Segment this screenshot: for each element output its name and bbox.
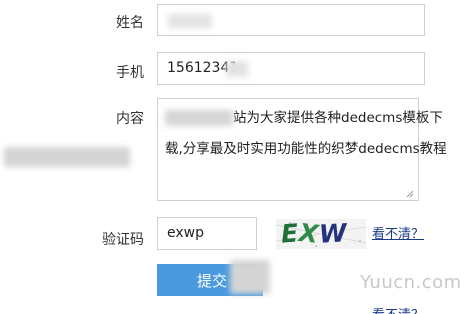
name-label: 姓名 bbox=[116, 15, 144, 31]
captcha-text: EXWP bbox=[279, 219, 366, 249]
resize-grip-icon[interactable] bbox=[404, 188, 414, 198]
left-redaction bbox=[4, 147, 130, 167]
captcha-refresh-link-duplicate[interactable]: 看不清？ bbox=[372, 304, 424, 314]
phone-redaction bbox=[226, 61, 248, 77]
content-line-2: 载,分享最及时实用功能性的织梦dedecms教程 bbox=[165, 141, 447, 157]
submit-redaction bbox=[230, 260, 270, 294]
captcha-input[interactable]: exwp bbox=[157, 217, 257, 250]
watermark: Yuucn.com bbox=[360, 272, 462, 293]
content-text: 站为大家提供各种dedecms模板下 载,分享最及时实用功能性的织梦dedecm… bbox=[165, 103, 447, 165]
captcha-refresh-link[interactable]: 看不清？ bbox=[372, 223, 424, 242]
content-label: 内容 bbox=[116, 111, 144, 127]
captcha-value: exwp bbox=[167, 225, 204, 241]
comment-form: 姓名 手机 15612341 内容 站为大家提供各种dedecms模板下 载,分… bbox=[0, 0, 472, 314]
name-input[interactable] bbox=[157, 4, 425, 36]
content-line-1-text: 站为大家提供各种dedecms模板下 bbox=[233, 110, 443, 126]
captcha-image[interactable]: EXWP bbox=[276, 219, 366, 249]
content-line-1: 站为大家提供各种dedecms模板下 bbox=[165, 103, 443, 134]
captcha-char: X bbox=[297, 219, 321, 249]
phone-input[interactable]: 15612341 bbox=[157, 52, 425, 85]
name-redaction bbox=[168, 14, 212, 28]
content-redaction bbox=[165, 110, 233, 126]
captcha-char: W bbox=[318, 219, 349, 249]
captcha-label: 验证码 bbox=[102, 232, 144, 248]
phone-label: 手机 bbox=[116, 65, 144, 81]
